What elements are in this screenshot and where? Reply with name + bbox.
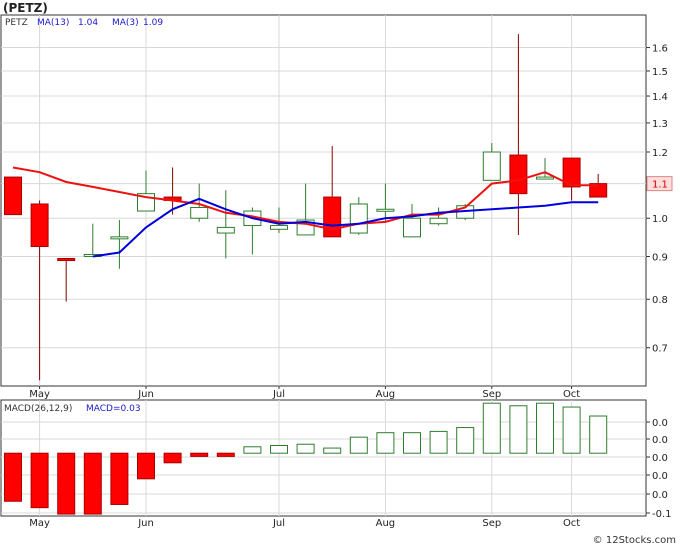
macd-x-tick-label: May (29, 518, 50, 529)
candle-body (536, 176, 554, 180)
macd-bar (296, 443, 315, 454)
price-tick-label: 1.5 (652, 67, 668, 78)
candle-body (429, 217, 448, 225)
macd-bar (137, 452, 155, 480)
macd-x-tick-label: Aug (376, 518, 396, 529)
x-tick-label: Oct (563, 389, 580, 400)
macd-legend-text: MACD(26,12,9) (4, 404, 72, 414)
macd-tick-label: 0.0 (652, 471, 668, 482)
candle-body (30, 203, 49, 248)
candle-body (57, 258, 76, 262)
macd-legend-text: MACD=0.03 (86, 404, 141, 414)
macd-bar (509, 405, 528, 454)
macd-bar (349, 436, 368, 454)
legend-text: MA(13) (37, 18, 69, 28)
price-tick-label: 0.9 (652, 252, 668, 263)
x-tick-label: Jun (137, 389, 154, 400)
legend-text: PETZ (5, 18, 28, 28)
legend-text: MA(3) (112, 18, 139, 28)
x-tick-label: May (29, 389, 50, 400)
macd-bar (243, 446, 262, 454)
candle-body (110, 236, 129, 240)
price-tick-label: 1.0 (652, 214, 668, 225)
macd-bar (376, 432, 395, 454)
legend-text: 1.04 (78, 18, 98, 28)
price-tick-label: 1.4 (652, 92, 668, 103)
price-tick-label: 1.2 (652, 148, 668, 159)
macd-bar (482, 402, 501, 454)
price-tick-label: 1.3 (652, 119, 668, 130)
macd-x-tick-label: Jul (272, 518, 285, 529)
macd-bar (190, 452, 209, 457)
macd-tick-label: 0.0 (652, 490, 668, 501)
x-tick-label: Aug (376, 389, 396, 400)
price-tick-label: 0.7 (652, 344, 668, 355)
candle-body (323, 196, 342, 238)
macd-bar (429, 430, 448, 454)
macd-bar (83, 452, 102, 515)
macd-bar (163, 452, 182, 464)
x-tick-label: Jul (272, 389, 285, 400)
candle-body (4, 176, 22, 216)
macd-bar (323, 447, 342, 454)
macd-x-tick-label: Jun (137, 518, 154, 529)
price-tick-label: 1.6 (652, 44, 668, 55)
chart-symbol: (PETZ) (3, 1, 48, 15)
macd-bar (562, 406, 581, 454)
macd-bar (270, 445, 288, 454)
macd-bar (536, 402, 554, 454)
candle-body (270, 225, 288, 230)
macd-x-tick-label: Oct (563, 518, 580, 529)
macd-bar (589, 415, 608, 454)
price-tick-label: 0.8 (652, 295, 668, 306)
macd-bar (110, 452, 129, 505)
candle-body (482, 151, 501, 181)
candle-body (509, 154, 528, 195)
last-price-label: 1.1 (652, 180, 668, 191)
macd-bar (456, 427, 475, 454)
macd-bar (30, 452, 49, 509)
candle-body (349, 203, 368, 234)
macd-x-tick-label: Sep (482, 518, 501, 529)
macd-bar (216, 452, 235, 457)
macd-bar (57, 452, 76, 515)
macd-bar (403, 432, 421, 454)
x-tick-label: Sep (482, 389, 501, 400)
candle-body (376, 208, 395, 212)
candle-body (403, 217, 421, 238)
chart-svg: 1.6 1.5 1.4 1.3 1.2 1.1 1.0 0.9 0.8 0.7 May May Jun J… (0, 1, 676, 546)
candle-body (190, 206, 209, 219)
macd-tick-label: 0.0 (652, 418, 668, 429)
macd-tick-label: 0.0 (652, 453, 668, 464)
legend-text: 1.09 (143, 18, 163, 28)
macd-tick-label: -0.1 (652, 509, 672, 520)
candle-body (216, 226, 235, 234)
copyright-text: © 12Stocks.com (593, 535, 676, 546)
macd-bar (4, 452, 22, 502)
stock-chart: 1.6 1.5 1.4 1.3 1.2 1.1 1.0 0.9 0.8 0.7 May May Jun J… (0, 0, 680, 546)
macd-tick-label: 0.0 (652, 435, 668, 446)
